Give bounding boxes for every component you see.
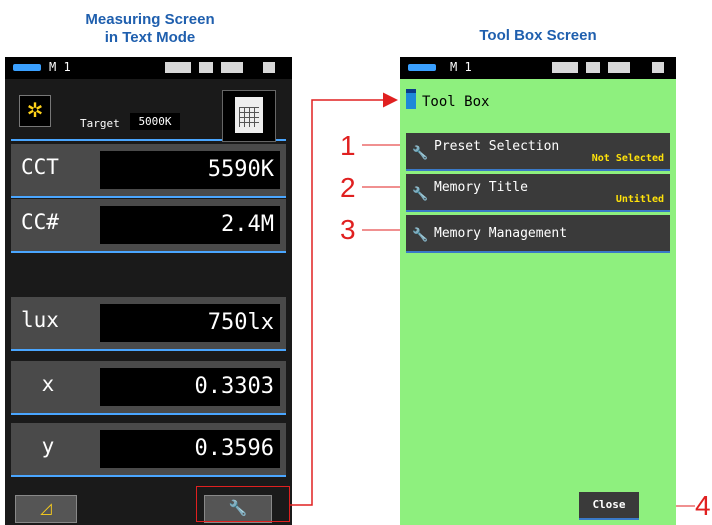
memory-label: M 1 xyxy=(450,60,472,74)
menu-item-status: Untitled xyxy=(615,194,664,205)
callout-number-1: 1 xyxy=(340,130,356,161)
menu-item-memory-management[interactable]: 🔧 Memory Management xyxy=(406,215,670,253)
status-indicator xyxy=(608,62,630,73)
menu-item-status: Not Selected xyxy=(591,153,664,164)
close-button[interactable]: Close xyxy=(579,492,639,520)
status-indicator xyxy=(652,62,664,73)
status-bar: M 1 xyxy=(400,57,676,79)
status-indicator xyxy=(586,62,600,73)
menu-item-memory-title[interactable]: 🔧 Memory Title Untitled xyxy=(406,174,670,212)
battery-icon xyxy=(408,64,436,71)
menu-item-title: Preset Selection xyxy=(434,139,560,154)
menu-item-preset-selection[interactable]: 🔧 Preset Selection Not Selected xyxy=(406,133,670,171)
menu-item-title: Memory Management xyxy=(434,226,568,241)
callout-number-2: 2 xyxy=(340,172,356,203)
wrench-icon: 🔧 xyxy=(412,186,429,201)
toolbox-title-text: Tool Box xyxy=(422,94,490,110)
toolbox-title: Tool Box xyxy=(406,89,489,110)
callout-number-3: 3 xyxy=(340,214,356,245)
toolbox-icon xyxy=(406,89,416,109)
toolbox-screen: M 1 Tool Box 🔧 Preset Selection Not Sele… xyxy=(400,57,676,525)
callout-number-4: 4 xyxy=(695,490,711,521)
menu-item-title: Memory Title xyxy=(434,180,528,195)
wrench-icon: 🔧 xyxy=(412,145,429,160)
wrench-icon: 🔧 xyxy=(412,227,429,242)
status-indicator xyxy=(552,62,578,73)
